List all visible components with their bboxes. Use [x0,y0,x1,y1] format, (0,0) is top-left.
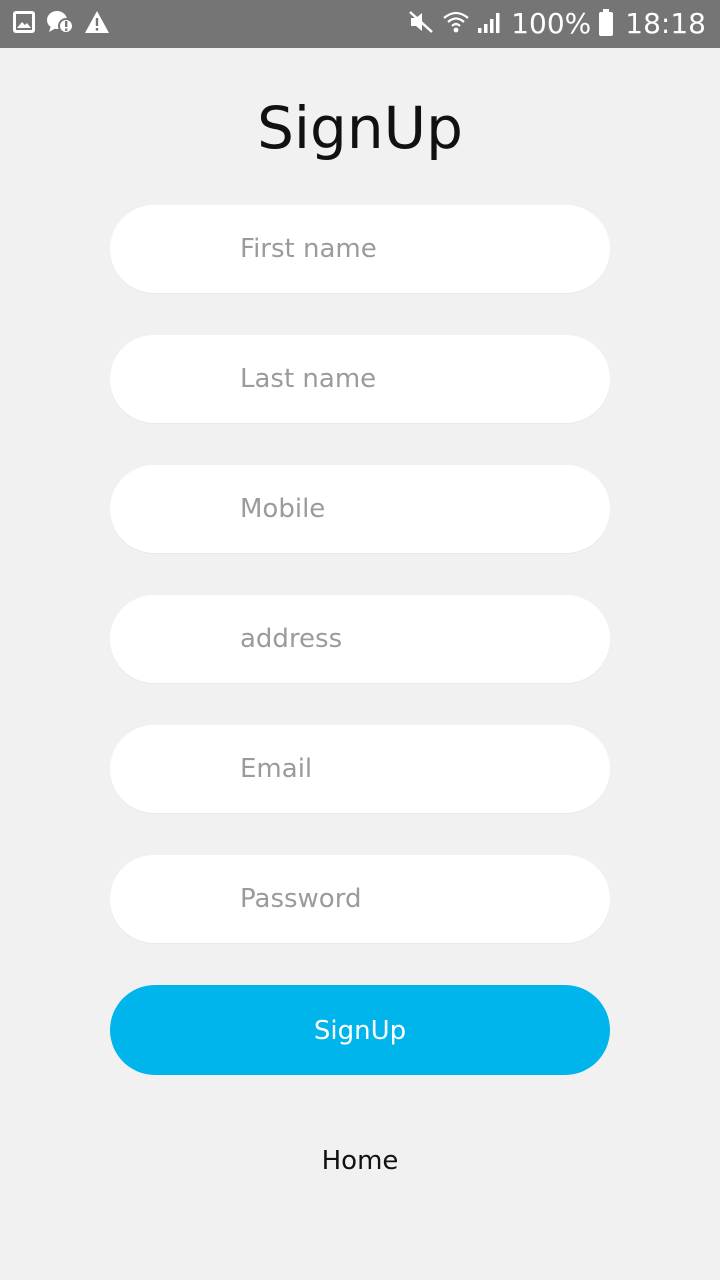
status-bar-notifications [12,10,110,38]
wifi-icon [443,9,469,39]
battery-icon [599,9,614,36]
status-bar-system: 100% 18:18 [407,6,706,42]
password-input[interactable] [240,855,580,943]
chat-alert-icon [46,9,74,39]
page-title: SignUp [257,94,463,162]
last-name-input[interactable] [240,335,580,423]
first-name-input[interactable] [240,205,580,293]
password-field[interactable] [110,855,610,943]
address-input[interactable] [240,595,580,683]
signup-button[interactable]: SignUp [110,985,610,1075]
mobile-input[interactable] [240,465,580,553]
warning-icon [84,10,110,38]
battery-percent: 100% [511,7,592,40]
mobile-field[interactable] [110,465,610,553]
last-name-field[interactable] [110,335,610,423]
home-link[interactable]: Home [322,1146,399,1176]
address-field[interactable] [110,595,610,683]
home-link-container: Home [0,1140,720,1182]
email-field[interactable] [110,725,610,813]
first-name-field[interactable] [110,205,610,293]
clock: 18:18 [625,7,706,40]
gallery-icon [12,10,36,38]
signal-icon [477,10,503,38]
email-input[interactable] [240,725,580,813]
mute-icon [407,9,435,39]
status-bar: 100% 18:18 [0,0,720,48]
